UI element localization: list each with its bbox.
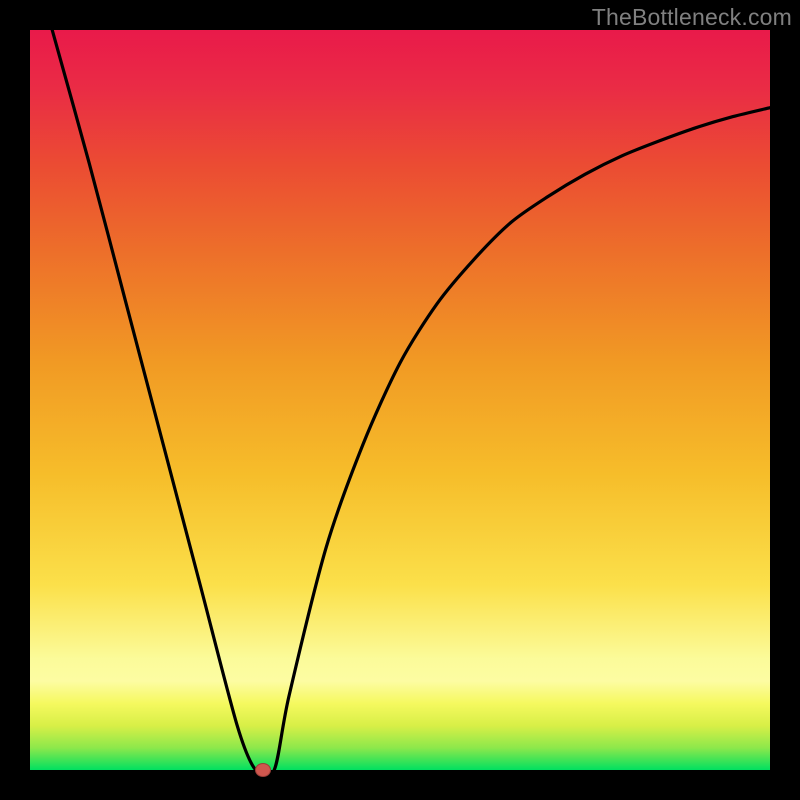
optimal-point-marker [255, 763, 271, 777]
watermark-text: TheBottleneck.com [592, 4, 792, 31]
chart-frame: TheBottleneck.com [0, 0, 800, 800]
bottleneck-curve [30, 30, 770, 770]
